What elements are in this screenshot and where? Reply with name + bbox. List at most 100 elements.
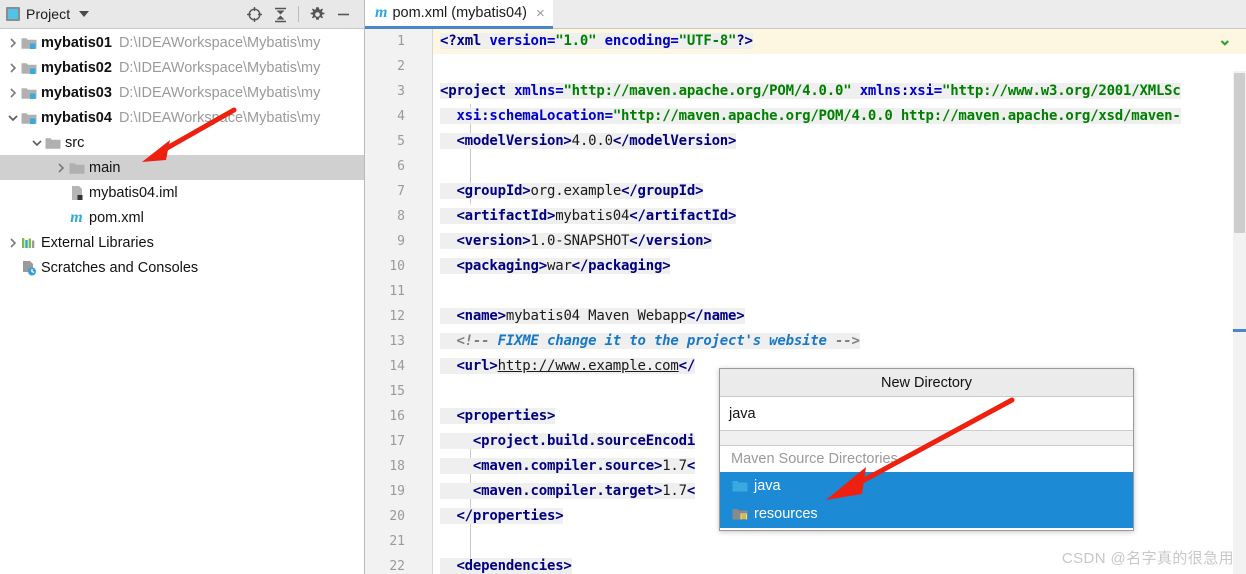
project-panel-toolbar (243, 3, 358, 25)
ide-window: Project mybatis01 D:\IDEAWorkspace\Mybat… (0, 0, 1246, 574)
line-number-gutter: 1 2 3 4 5 6 7 8 9 10 11 12 13 14 15 16 17 18 19 20 21 22 (365, 29, 413, 574)
tree-item-mybatis01[interactable]: mybatis01 D:\IDEAWorkspace\Mybatis\my (0, 30, 364, 55)
chevron-down-icon[interactable]: ⌄ (1218, 31, 1232, 48)
code-line-8: <artifactId>mybatis04</artifactId> (440, 208, 737, 224)
line-number: 9 (397, 234, 405, 249)
line-number: 3 (397, 84, 405, 99)
code-line-17: <project.build.sourceEncodi (440, 433, 696, 449)
tree-item-mybatis03[interactable]: mybatis03 D:\IDEAWorkspace\Mybatis\my (0, 80, 364, 105)
line-number: 16 (389, 409, 405, 424)
code-line-3: <project xmlns="http://maven.apache.org/… (440, 83, 1181, 99)
line-number: 5 (397, 134, 405, 149)
line-number: 18 (389, 459, 405, 474)
code-line-5: <modelVersion>4.0.0</modelVersion> (440, 133, 737, 149)
tree-item-label: pom.xml (89, 209, 144, 226)
line-number: 7 (397, 184, 405, 199)
locate-target-icon[interactable] (243, 3, 265, 25)
minimize-icon[interactable] (332, 3, 354, 25)
code-line-7: <groupId>org.example</groupId> (440, 183, 704, 199)
tree-item-external-libraries[interactable]: External Libraries (0, 230, 364, 255)
module-folder-icon (20, 84, 37, 101)
suggestion-list[interactable]: java resources (720, 472, 1133, 528)
code-line-20: </properties> (440, 508, 564, 524)
project-window-icon (6, 7, 20, 21)
chevron-collapsed-icon[interactable] (6, 55, 20, 80)
iml-file-icon (68, 184, 85, 201)
code-line-22: <dependencies> (440, 558, 572, 574)
tree-item-label: src (65, 134, 85, 151)
tree-item-path: D:\IDEAWorkspace\Mybatis\my (118, 34, 321, 51)
tree-item-mybatis04-iml[interactable]: mybatis04.iml (0, 180, 364, 205)
line-number: 2 (397, 59, 405, 74)
line-number: 20 (389, 509, 405, 524)
new-directory-dialog[interactable]: New Directory java Maven Source Director… (719, 368, 1134, 531)
project-panel-header: Project (0, 0, 364, 29)
tree-item-src[interactable]: src (0, 130, 364, 155)
tree-item-mybatis04[interactable]: mybatis04 D:\IDEAWorkspace\Mybatis\my (0, 105, 364, 130)
code-line-4: xsi:schemaLocation="http://maven.apache.… (440, 108, 1181, 124)
list-item-java[interactable]: java (720, 472, 1133, 500)
chevron-collapsed-icon[interactable] (6, 230, 20, 255)
line-number: 8 (397, 209, 405, 224)
list-item-resources[interactable]: resources (720, 500, 1133, 528)
tree-item-label: mybatis01 (41, 34, 112, 51)
list-item-label: java (754, 478, 781, 494)
code-line-12: <name>mybatis04 Maven Webapp</name> (440, 308, 745, 324)
line-number: 13 (389, 334, 405, 349)
editor-scrollbar-thumb[interactable] (1234, 73, 1245, 233)
chevron-collapsed-icon[interactable] (54, 155, 68, 180)
tree-item-scratches-and-consoles[interactable]: Scratches and Consoles (0, 255, 364, 280)
directory-name-input[interactable]: java (720, 397, 1133, 431)
tree-item-label: mybatis02 (41, 59, 112, 76)
line-number: 14 (389, 359, 405, 374)
code-folding-strip[interactable] (413, 29, 477, 574)
line-number: 1 (397, 34, 405, 49)
project-panel-title: Project (26, 6, 71, 22)
folder-icon (68, 159, 85, 176)
code-line-13: <!-- FIXME change it to the project's we… (440, 333, 860, 349)
chevron-collapsed-icon[interactable] (6, 80, 20, 105)
code-line-10: <packaging>war</packaging> (440, 258, 671, 274)
tree-item-label: Scratches and Consoles (41, 259, 199, 276)
code-line-19: <maven.compiler.target>1.7< (440, 483, 696, 499)
tree-item-label: External Libraries (41, 234, 154, 251)
project-tree[interactable]: mybatis01 D:\IDEAWorkspace\Mybatis\my myba… (0, 29, 364, 280)
line-number: 19 (389, 484, 405, 499)
module-folder-icon (20, 109, 37, 126)
line-number: 15 (389, 384, 405, 399)
chevron-collapsed-icon[interactable] (6, 30, 20, 55)
tree-item-mybatis02[interactable]: mybatis02 D:\IDEAWorkspace\Mybatis\my (0, 55, 364, 80)
line-number: 4 (397, 109, 405, 124)
editor-tab-bar: m pom.xml (mybatis04) × (365, 0, 1246, 29)
project-title-group[interactable]: Project (6, 6, 90, 22)
line-number: 11 (389, 284, 405, 299)
code-line-16: <properties> (440, 408, 556, 424)
tree-item-pom-xml[interactable]: m pom.xml (0, 205, 364, 230)
tree-item-main[interactable]: main (0, 155, 364, 180)
scratches-icon (20, 259, 37, 276)
code-line-1: <?xml version="1.0" encoding="UTF-8"?> (440, 33, 753, 49)
chevron-expanded-icon[interactable] (30, 130, 44, 155)
collapse-all-icon[interactable] (269, 3, 291, 25)
tab-pom-xml[interactable]: m pom.xml (mybatis04) × (365, 0, 553, 29)
tree-item-label: mybatis04.iml (89, 184, 178, 201)
tree-item-path: D:\IDEAWorkspace\Mybatis\my (118, 59, 321, 76)
line-number: 21 (389, 534, 405, 549)
module-folder-icon (20, 59, 37, 76)
gear-icon[interactable] (306, 3, 328, 25)
code-line-9: <version>1.0-SNAPSHOT</version> (440, 233, 712, 249)
watermark: CSDN @名字真的很急用 (1061, 550, 1234, 567)
line-number: 22 (389, 559, 405, 574)
tree-item-label: mybatis04 (41, 109, 112, 126)
code-line-14: <url>http://www.example.com</ (440, 358, 696, 374)
scrollbar-marker (1233, 329, 1246, 332)
line-number: 6 (397, 159, 405, 174)
list-item-label: resources (754, 506, 818, 522)
chevron-expanded-icon[interactable] (6, 105, 20, 130)
line-number: 12 (389, 309, 405, 324)
chevron-down-icon[interactable] (79, 11, 90, 17)
close-icon[interactable]: × (536, 5, 545, 22)
